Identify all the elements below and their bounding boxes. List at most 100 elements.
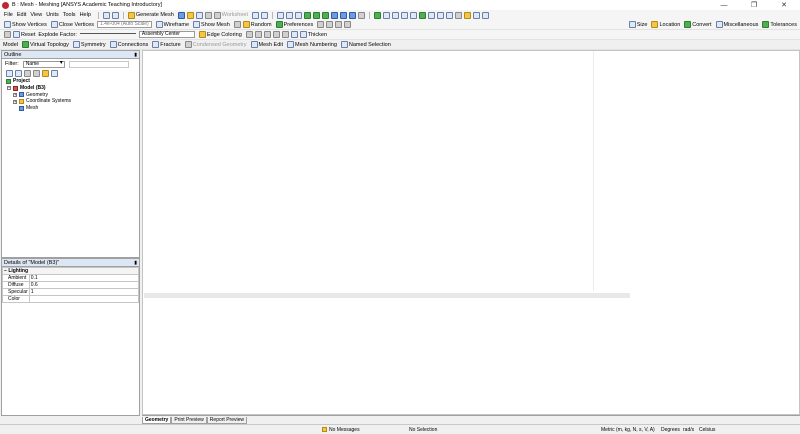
angle-unit-status[interactable]: Degrees [661, 427, 680, 433]
generate-mesh-button[interactable]: Generate Mesh [127, 11, 174, 19]
maximize-button[interactable]: ❐ [739, 0, 769, 10]
extend-selection-icon[interactable] [357, 11, 365, 19]
selection-icon[interactable] [251, 11, 259, 19]
edge-coloring-dropdown[interactable]: Edge Coloring [198, 31, 242, 38]
tab-report-preview[interactable]: Report Preview [206, 417, 247, 424]
select-body-icon[interactable] [303, 11, 311, 19]
menu-units[interactable]: Units [46, 12, 59, 18]
next-view-icon[interactable] [436, 11, 444, 19]
select-vertex-icon[interactable] [276, 11, 284, 19]
auto-scale-field[interactable]: 1.4e-004 (Auto Scale) [97, 21, 152, 28]
zoom-icon[interactable] [391, 11, 399, 19]
thicken-button[interactable]: Thicken [299, 31, 327, 38]
collapse-toggle-icon[interactable]: − [7, 86, 11, 91]
location-dropdown[interactable]: Location [650, 21, 680, 28]
explode-factor-slider[interactable] [79, 33, 136, 34]
pan-icon[interactable] [382, 11, 390, 19]
rate-unit-status[interactable]: rad/s [683, 427, 694, 433]
image-icon[interactable] [195, 11, 203, 19]
details-row[interactable]: Diffuse 0.6 [2, 281, 140, 289]
wireframe-button[interactable]: Wireframe [155, 21, 189, 28]
graphics-viewport[interactable] [142, 50, 800, 415]
isometric-view-icon[interactable] [445, 11, 453, 19]
virtual-topology-button[interactable]: Virtual Topology [21, 41, 69, 48]
select-mesh-icon[interactable] [348, 11, 356, 19]
reset-button[interactable]: Reset [12, 31, 35, 38]
camera-icon[interactable] [204, 11, 212, 19]
preview-icon[interactable] [177, 11, 185, 19]
filter-type-select[interactable]: Name [22, 60, 65, 68]
connections-button[interactable]: Connections [109, 41, 148, 48]
rotate-icon[interactable] [373, 11, 381, 19]
messages-status[interactable]: No Messages [322, 427, 360, 433]
viewports-icon[interactable] [481, 11, 489, 19]
tree-item-model[interactable]: − Model (B3) [6, 85, 139, 92]
display-option-icon[interactable] [335, 21, 343, 28]
menu-tools[interactable]: Tools [63, 12, 76, 18]
show-vertices-button[interactable]: Show Vertices [3, 21, 47, 28]
collapse-environments-icon[interactable] [24, 70, 31, 77]
select-all-icon[interactable] [339, 11, 347, 19]
edge-direction-icon[interactable] [290, 31, 298, 38]
select-face-icon[interactable] [294, 11, 302, 19]
tree-item-project[interactable]: Project [6, 78, 139, 85]
print-icon[interactable] [463, 11, 471, 19]
close-vertices-button[interactable]: Close Vertices [50, 21, 94, 28]
display-option-icon[interactable] [317, 21, 325, 28]
mesh-numbering-button[interactable]: Mesh Numbering [286, 41, 337, 48]
viewport-scrollbar[interactable] [144, 293, 630, 298]
edge-style-icon[interactable] [281, 31, 289, 38]
condensed-geometry-button[interactable]: Condensed Geometry [184, 41, 247, 48]
menu-file[interactable]: File [4, 12, 13, 18]
worksheet-button[interactable]: Worksheet [213, 11, 248, 19]
pin-icon[interactable]: ▮ [134, 260, 137, 266]
tab-print-preview[interactable]: Print Preview [171, 417, 207, 424]
expand-toggle-icon[interactable]: + [13, 92, 17, 97]
tree-item-geometry[interactable]: + Geometry [6, 92, 139, 99]
details-value[interactable]: 0.6 [28, 281, 140, 289]
close-button[interactable]: ✕ [769, 0, 799, 10]
select-element-icon[interactable] [321, 11, 329, 19]
folder-tree-icon[interactable] [42, 70, 49, 77]
show-toolbar-icon[interactable] [102, 11, 110, 19]
details-value[interactable]: 1 [28, 288, 140, 296]
menu-help[interactable]: Help [80, 12, 91, 18]
menu-view[interactable]: View [30, 12, 42, 18]
tag-icon[interactable] [260, 11, 268, 19]
refresh-icon[interactable] [111, 11, 119, 19]
details-group-row[interactable]: − Lighting [2, 267, 139, 275]
box-zoom-icon[interactable] [400, 11, 408, 19]
folder-icon[interactable] [186, 11, 194, 19]
expand-tree-icon[interactable] [6, 70, 13, 77]
display-option-icon[interactable] [344, 21, 352, 28]
pin-icon[interactable]: ▮ [134, 52, 137, 58]
menu-edit[interactable]: Edit [17, 12, 26, 18]
triad-icon[interactable] [233, 21, 241, 28]
collapse-models-icon[interactable] [33, 70, 40, 77]
symmetry-button[interactable]: Symmetry [72, 41, 106, 48]
tab-geometry[interactable]: Geometry [142, 417, 172, 424]
details-value[interactable]: 0.1 [28, 274, 140, 282]
edge-style-icon[interactable] [245, 31, 253, 38]
set-view-icon[interactable] [454, 11, 462, 19]
temperature-unit-status[interactable]: Celsius [699, 427, 715, 433]
tree-item-mesh[interactable]: Mesh [6, 105, 139, 112]
expand-toggle-icon[interactable]: + [13, 99, 17, 104]
select-edge-icon[interactable] [285, 11, 293, 19]
select-node-icon[interactable] [312, 11, 320, 19]
unit-system-status[interactable]: Metric (m, kg, N, s, V, A) [601, 427, 655, 433]
details-row[interactable]: Color [2, 295, 140, 303]
edge-style-icon[interactable] [263, 31, 271, 38]
convert-dropdown[interactable]: Convert [683, 21, 712, 28]
fracture-button[interactable]: Fracture [151, 41, 181, 48]
miscellaneous-dropdown[interactable]: Miscellaneous [715, 21, 758, 28]
random-colors-button[interactable]: Random [242, 21, 272, 28]
show-mesh-button[interactable]: Show Mesh [192, 21, 230, 28]
collapse-tree-icon[interactable] [15, 70, 22, 77]
named-selection-button[interactable]: Named Selection [340, 41, 391, 48]
previous-view-icon[interactable] [427, 11, 435, 19]
sort-icon[interactable] [51, 70, 58, 77]
zoom-to-fit-icon[interactable] [409, 11, 417, 19]
edge-style-icon[interactable] [272, 31, 280, 38]
tree-item-coordinate-systems[interactable]: + Coordinate Systems [6, 98, 139, 105]
